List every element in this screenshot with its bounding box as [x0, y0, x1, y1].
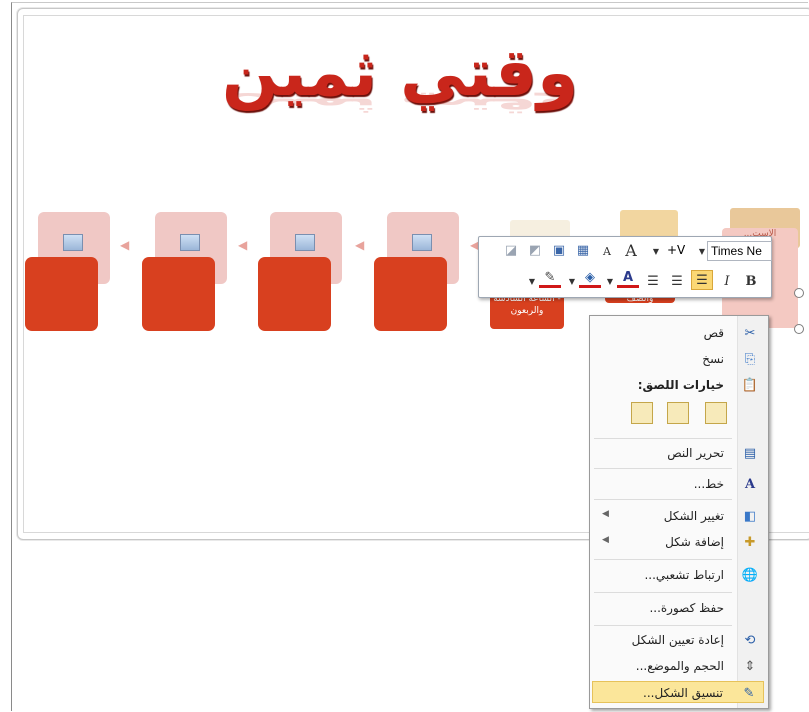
- change-shape-icon: ◧: [743, 508, 757, 524]
- menu-item-cut[interactable]: ✂ قص: [592, 322, 764, 344]
- layers-icon[interactable]: ◪: [501, 240, 521, 260]
- format-shape-icon: ✎: [743, 685, 755, 701]
- menu-item-save-as-picture[interactable]: حفظ كصورة...: [592, 597, 764, 619]
- menu-item-copy[interactable]: ⎘ نسخ: [592, 348, 764, 370]
- menu-separator: [594, 438, 732, 439]
- text-shape[interactable]: [258, 257, 331, 331]
- dropdown-arrow-icon[interactable]: ▼: [527, 271, 537, 291]
- align-left-button[interactable]: ☰: [643, 271, 663, 291]
- text-shape[interactable]: [374, 257, 447, 331]
- font-color-button[interactable]: A: [617, 269, 639, 288]
- dropdown-arrow-icon[interactable]: ▼: [651, 241, 661, 261]
- fill-color-icon[interactable]: ◈: [579, 269, 601, 288]
- font-icon: A: [744, 476, 756, 492]
- mini-toolbar: Times Ne ▼ +V ▼ A A ▦ ▣ ◩ ◪ B I ☰ ☰ ☰ A …: [478, 236, 772, 298]
- dropdown-arrow-icon[interactable]: ▼: [605, 271, 615, 291]
- scissors-icon: ✂: [744, 325, 756, 341]
- menu-item-size-position[interactable]: ⇕ الحجم والموضع...: [592, 655, 764, 677]
- font-name-box[interactable]: Times Ne: [707, 241, 772, 261]
- submenu-arrow-icon: ◀: [602, 535, 609, 545]
- arrow-left-icon: ◀: [355, 238, 365, 252]
- grow-font-button[interactable]: A: [620, 240, 642, 260]
- paste-keep-source-button[interactable]: [705, 402, 727, 424]
- bold-button[interactable]: B: [741, 271, 761, 291]
- paste-destination-theme-button[interactable]: [667, 402, 689, 424]
- picture-icon: [295, 234, 315, 251]
- dropdown-arrow-icon[interactable]: ▼: [567, 271, 577, 291]
- size-position-icon: ⇕: [744, 658, 756, 674]
- picture-icon: [412, 234, 432, 251]
- menu-item-edit-text[interactable]: ▤ تحرير النص: [592, 442, 764, 464]
- align-right-button[interactable]: ☰: [691, 270, 713, 290]
- edit-text-icon: ▤: [743, 445, 757, 461]
- hyperlink-icon: 🌐: [741, 567, 759, 583]
- arrow-left-icon: ◀: [120, 238, 130, 252]
- bring-forward-icon[interactable]: ▣: [549, 240, 569, 260]
- menu-separator: [594, 468, 732, 469]
- menu-separator: [594, 592, 732, 593]
- picture-icon: [180, 234, 200, 251]
- menu-item-reset-shape[interactable]: ⟲ إعادة تعيين الشكل: [592, 629, 764, 651]
- reset-shape-icon: ⟲: [744, 632, 756, 648]
- menu-item-add-shape[interactable]: ✚ إضافة شكل ◀: [592, 531, 764, 553]
- menu-separator: [594, 499, 732, 500]
- menu-separator: [594, 625, 732, 626]
- slide-title-reflection: وقتي ثمين: [221, 92, 579, 120]
- menu-separator: [594, 559, 732, 560]
- add-shape-icon: ✚: [744, 534, 756, 550]
- copy-icon: ⎘: [744, 351, 756, 367]
- send-backward-icon[interactable]: ◩: [525, 240, 545, 260]
- picture-icon: [63, 234, 83, 251]
- text-shape[interactable]: [142, 257, 215, 331]
- menu-item-paste-options: 📋 خيارات اللصق:: [637, 377, 759, 393]
- text-shape-caption[interactable]: - الساعة السادسة والربعون: [490, 293, 564, 329]
- paste-icon: 📋: [741, 377, 759, 393]
- shrink-font-button[interactable]: A: [597, 241, 617, 261]
- text-shape[interactable]: [25, 257, 98, 331]
- italic-button[interactable]: I: [717, 271, 737, 291]
- resize-handle[interactable]: [794, 324, 804, 334]
- resize-handle[interactable]: [794, 288, 804, 298]
- menu-item-change-shape[interactable]: ◧ تغيير الشكل ◀: [592, 505, 764, 527]
- submenu-arrow-icon: ◀: [602, 509, 609, 519]
- font-size-box[interactable]: +V: [667, 241, 703, 259]
- arrow-left-icon: ◀: [238, 238, 248, 252]
- format-painter-icon[interactable]: ▦: [573, 240, 593, 260]
- menu-item-format-shape[interactable]: ✎ تنسيق الشكل...: [592, 681, 764, 703]
- outline-color-icon[interactable]: ✎: [539, 269, 561, 288]
- menu-item-hyperlink[interactable]: 🌐 ارتباط تشعبي...: [592, 564, 764, 586]
- context-menu: ✂ قص ⎘ نسخ 📋 خيارات اللصق: ▤ تحرير النص …: [589, 315, 769, 709]
- paste-picture-button[interactable]: [631, 402, 653, 424]
- menu-item-font[interactable]: A خط...: [592, 473, 764, 495]
- align-center-button[interactable]: ☰: [667, 271, 687, 291]
